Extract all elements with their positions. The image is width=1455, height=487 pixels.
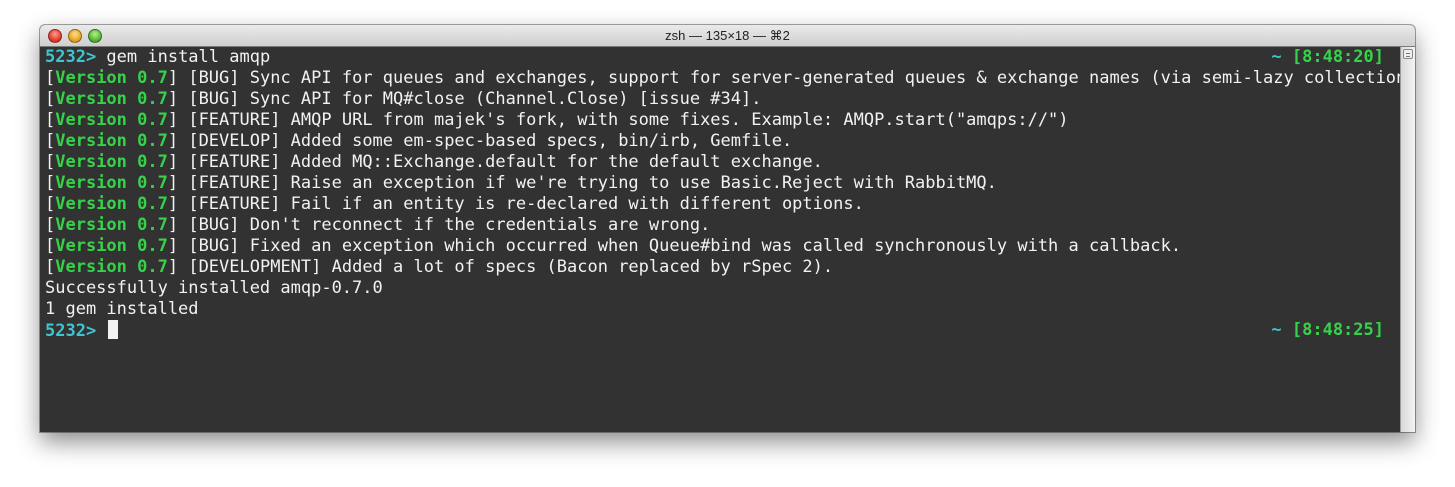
version-tag: Version 0.7 xyxy=(55,257,168,277)
scrollbar-split-handle[interactable] xyxy=(1403,49,1413,59)
version-tag: Version 0.7 xyxy=(55,131,168,151)
version-tag: Version 0.7 xyxy=(55,215,168,235)
time-tilde: ~ xyxy=(1271,47,1282,67)
command-text: gem install amqp xyxy=(96,47,271,67)
changelog-text: [FEATURE] Raise an exception if we're tr… xyxy=(178,173,997,193)
changelog-text: [BUG] Fixed an exception which occurred … xyxy=(178,236,1182,256)
prompt: 5232> xyxy=(45,321,97,341)
title-bar[interactable]: zsh — 135×18 — ⌘2 xyxy=(40,25,1415,47)
changelog-line: [Version 0.7] [FEATURE] AMQP URL from ma… xyxy=(45,110,1069,130)
changelog-text: [FEATURE] Added MQ::Exchange.default for… xyxy=(178,152,823,172)
command-line: 5232> gem install amqp ~ [8:48:20] xyxy=(45,47,1400,68)
version-tag: Version 0.7 xyxy=(55,152,168,172)
changelog-text: [BUG] Sync API for queues and exchanges,… xyxy=(178,68,1415,88)
changelog-text: [BUG] Don't reconnect if the credentials… xyxy=(178,215,711,235)
changelog-line: [Version 0.7] [BUG] Sync API for MQ#clos… xyxy=(45,89,762,109)
prompt-time: ~ [8:48:20] xyxy=(1271,47,1384,68)
terminal-window: zsh — 135×18 — ⌘2 5232> gem install amqp… xyxy=(40,25,1415,432)
version-tag: Version 0.7 xyxy=(55,110,168,130)
changelog-text: [DEVELOP] Added some em-spec-based specs… xyxy=(178,131,793,151)
version-tag: Version 0.7 xyxy=(55,173,168,193)
changelog-text: [BUG] Sync API for MQ#close (Channel.Clo… xyxy=(178,89,762,109)
vertical-scrollbar[interactable] xyxy=(1400,47,1415,432)
changelog-line: [Version 0.7] [DEVELOPMENT] Added a lot … xyxy=(45,257,834,277)
version-tag: Version 0.7 xyxy=(55,89,168,109)
changelog-line: [Version 0.7] [BUG] Sync API for queues … xyxy=(45,68,1415,89)
changelog-line: [Version 0.7] [FEATURE] Raise an excepti… xyxy=(45,173,997,193)
changelog-line: [Version 0.7] [DEVELOP] Added some em-sp… xyxy=(45,131,793,151)
prompt-time: ~ [8:48:25] xyxy=(1271,320,1384,341)
changelog-text: [DEVELOPMENT] Added a lot of specs (Baco… xyxy=(178,257,834,277)
prompt: 5232> xyxy=(45,47,97,67)
window-title: zsh — 135×18 — ⌘2 xyxy=(665,28,790,43)
changelog-line: [Version 0.7] [BUG] Fixed an exception w… xyxy=(45,236,1182,256)
time-tilde: ~ xyxy=(1271,320,1282,340)
current-prompt-line: 5232> ~ [8:48:25] xyxy=(45,320,1400,341)
time-value: [8:48:25] xyxy=(1281,320,1384,340)
version-tag: Version 0.7 xyxy=(55,194,168,214)
changelog-line: [Version 0.7] [FEATURE] Added MQ::Exchan… xyxy=(45,152,823,172)
output-line: Successfully installed amqp-0.7.0 xyxy=(45,278,383,298)
changelog-line: [Version 0.7] [BUG] Don't reconnect if t… xyxy=(45,215,711,235)
time-value: [8:48:20] xyxy=(1281,47,1384,67)
changelog-text: [FEATURE] Fail if an entity is re-declar… xyxy=(178,194,864,214)
terminal-output[interactable]: 5232> gem install amqp ~ [8:48:20] [Versi… xyxy=(40,47,1415,432)
output-line: 1 gem installed xyxy=(45,299,199,319)
changelog-text: [FEATURE] AMQP URL from majek's fork, wi… xyxy=(178,110,1069,130)
text-cursor xyxy=(108,320,119,339)
changelog-line: [Version 0.7] [FEATURE] Fail if an entit… xyxy=(45,194,864,214)
version-tag: Version 0.7 xyxy=(55,68,168,88)
version-tag: Version 0.7 xyxy=(55,236,168,256)
